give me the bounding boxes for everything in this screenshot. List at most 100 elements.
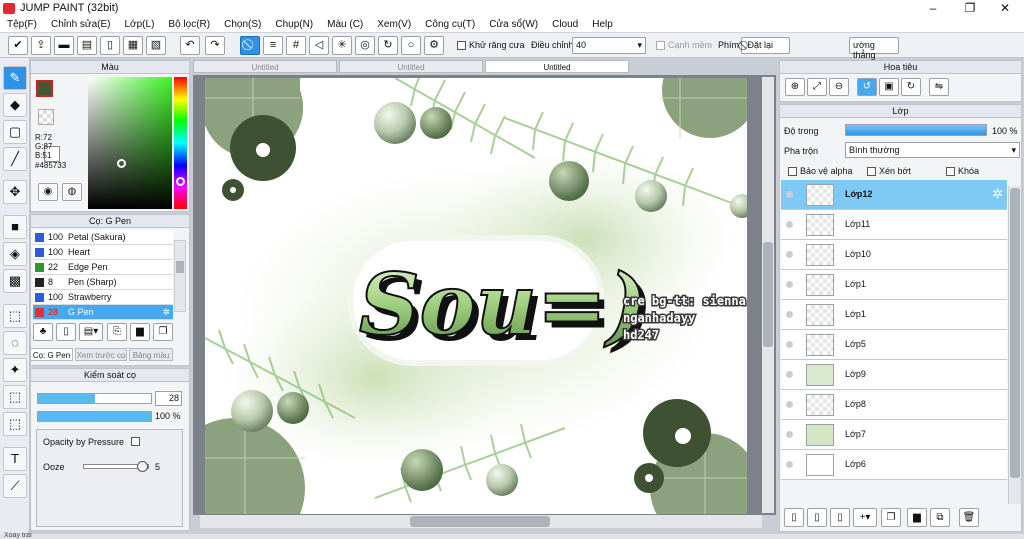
rotate-right-icon[interactable]: ↻ — [901, 78, 921, 96]
antialias-checkbox[interactable] — [457, 41, 466, 50]
adjust-dropdown[interactable]: 40 ▾ — [572, 37, 646, 54]
size-input[interactable]: 28 — [155, 391, 182, 406]
new-layer-8bit-icon[interactable]: ▯ — [807, 508, 827, 527]
line-tool-icon[interactable]: ╱ — [3, 147, 27, 171]
gradient-tool-icon[interactable]: ▩ — [3, 269, 27, 293]
text-tool-icon[interactable]: T — [3, 447, 27, 471]
grid-snap-icon[interactable]: # — [286, 36, 306, 55]
new-layer-1bit-icon[interactable]: ▯ — [830, 508, 850, 527]
layer-folder-icon[interactable]: ▆ — [907, 508, 927, 527]
edge-checkbox[interactable] — [656, 41, 665, 50]
layer-row-selected[interactable]: Lớp12 ✲ — [781, 180, 1007, 210]
layer-opacity-slider[interactable] — [845, 124, 987, 136]
menu-snap[interactable]: Chụp(N) — [268, 17, 320, 33]
hue-slider[interactable] — [174, 77, 187, 209]
merge-layer-icon[interactable]: ⧉ — [930, 508, 950, 527]
foreground-color-swatch[interactable] — [36, 80, 53, 97]
brush-item[interactable]: 100 Heart — [33, 245, 173, 260]
layer-visibility-icon[interactable] — [786, 341, 793, 348]
vertical-scrollbar[interactable] — [762, 77, 774, 513]
rectangle-tool-icon[interactable]: ▢ — [3, 120, 27, 144]
gear-icon[interactable]: ✲ — [162, 305, 170, 319]
menu-file[interactable]: Tệp(F) — [0, 17, 44, 33]
transparent-color-swatch[interactable] — [38, 109, 54, 125]
menu-select[interactable]: Chọn(S) — [217, 17, 268, 33]
scrollbar-thumb[interactable] — [410, 516, 550, 527]
protect-alpha-checkbox[interactable] — [788, 167, 797, 176]
fill-rect-tool-icon[interactable]: ■ — [3, 215, 27, 239]
add-layer-menu-icon[interactable]: +▾ — [853, 508, 877, 527]
menu-layer[interactable]: Lớp(L) — [118, 17, 162, 33]
layer-visibility-icon[interactable] — [786, 251, 793, 258]
doc-tab[interactable]: Untitled — [339, 60, 483, 73]
grid-tool-icon[interactable]: ▧ — [146, 36, 166, 55]
brush-stamp-icon[interactable]: ♣ — [33, 323, 53, 341]
blend-mode-dropdown[interactable]: Bình thường ▾ — [845, 142, 1020, 158]
share-icon[interactable]: ⇪ — [31, 36, 51, 55]
menu-window[interactable]: Cửa sổ(W) — [482, 17, 545, 33]
snap-settings-icon[interactable]: ⚙ — [424, 36, 444, 55]
layer-row[interactable]: Lớp7 — [781, 420, 1007, 450]
tab-brush-preview[interactable]: Xem trước cọ — [75, 348, 127, 361]
undo-icon[interactable]: ↶ — [180, 36, 200, 55]
layers-scrollbar[interactable] — [1008, 186, 1021, 504]
scrollbar-thumb[interactable] — [176, 261, 184, 273]
opacity-slider[interactable] — [37, 411, 152, 422]
size-slider[interactable] — [37, 393, 152, 404]
document-icon[interactable]: ▦ — [123, 36, 143, 55]
radial-icon[interactable]: ✳ — [332, 36, 352, 55]
layer-row[interactable]: Lớp6 — [781, 450, 1007, 480]
delete-layer-icon[interactable]: 🗑 — [959, 508, 979, 527]
select-rect-tool-icon[interactable]: ⬚ — [3, 304, 27, 328]
zoom-in-icon[interactable]: ⊕ — [785, 78, 805, 96]
reset-view-icon[interactable]: ▣ — [879, 78, 899, 96]
tab-brush[interactable]: Cọ: G Pen — [30, 348, 73, 361]
brush-list-scrollbar[interactable] — [174, 240, 186, 312]
maximize-button[interactable]: ❐ — [953, 0, 987, 17]
straight-line-button[interactable]: ường thẳng — [849, 37, 899, 60]
ooze-slider-knob[interactable] — [136, 461, 148, 472]
gear-icon[interactable]: ✲ — [992, 186, 1003, 202]
rotate-left-icon[interactable]: ↺ — [857, 78, 877, 96]
brush-item[interactable]: 100 Strawberry — [33, 290, 173, 305]
eyedropper-tool-icon[interactable]: ⟋ — [3, 474, 27, 498]
color-wheel-icon[interactable]: ◉ — [38, 183, 58, 201]
layer-row[interactable]: Lớp10 — [781, 240, 1007, 270]
layer-visibility-icon[interactable] — [786, 401, 793, 408]
bucket-tool-icon[interactable]: ◈ — [3, 242, 27, 266]
new-brush-icon[interactable]: ▯ — [56, 323, 76, 341]
message-icon[interactable]: ▤ — [77, 36, 97, 55]
folder-icon[interactable]: ▆ — [130, 323, 150, 341]
horizontal-scrollbar[interactable] — [200, 515, 762, 528]
layer-visibility-icon[interactable] — [786, 281, 793, 288]
select-pen-tool-icon[interactable]: ⬚ — [3, 385, 27, 409]
layer-visibility-icon[interactable] — [786, 461, 793, 468]
color-palette-icon[interactable]: ◍ — [62, 183, 82, 201]
drawing-canvas[interactable]: Sou=) Sou=) cre bg-tt: sienna nganhadayy… — [205, 78, 747, 514]
layer-row[interactable]: Lớp1 — [781, 270, 1007, 300]
doc-tab[interactable]: Untitled — [193, 60, 337, 73]
brush-item-selected[interactable]: 28 G Pen ✲ — [33, 305, 173, 320]
duplicate-layer-icon[interactable]: ❐ — [881, 508, 901, 527]
layer-visibility-icon[interactable] — [786, 191, 793, 198]
curve-icon[interactable]: ↻ — [378, 36, 398, 55]
concentric-icon[interactable]: ◎ — [355, 36, 375, 55]
layer-visibility-icon[interactable] — [786, 431, 793, 438]
brush-item[interactable]: 100 Petal (Sakura) — [33, 230, 173, 245]
lock-checkbox[interactable] — [946, 167, 955, 176]
parallel-lines-icon[interactable]: ≡ — [263, 36, 283, 55]
select-eraser-tool-icon[interactable]: ⬚ — [3, 412, 27, 436]
menu-help[interactable]: Help — [585, 17, 620, 33]
minimize-button[interactable]: – — [916, 0, 950, 17]
layer-row[interactable]: Lớp8 — [781, 390, 1007, 420]
menu-filter[interactable]: Bộ lọc(R) — [161, 17, 217, 33]
layer-visibility-icon[interactable] — [786, 311, 793, 318]
layer-visibility-icon[interactable] — [786, 221, 793, 228]
opacity-pressure-checkbox[interactable] — [131, 437, 140, 446]
brush-menu-icon[interactable]: ▤▾ — [79, 323, 103, 341]
scrollbar-thumb[interactable] — [763, 242, 773, 347]
clipping-checkbox[interactable] — [867, 167, 876, 176]
layer-row[interactable]: Lớp5 — [781, 330, 1007, 360]
redo-icon[interactable]: ↷ — [205, 36, 225, 55]
lasso-tool-icon[interactable]: ◌ — [3, 331, 27, 355]
